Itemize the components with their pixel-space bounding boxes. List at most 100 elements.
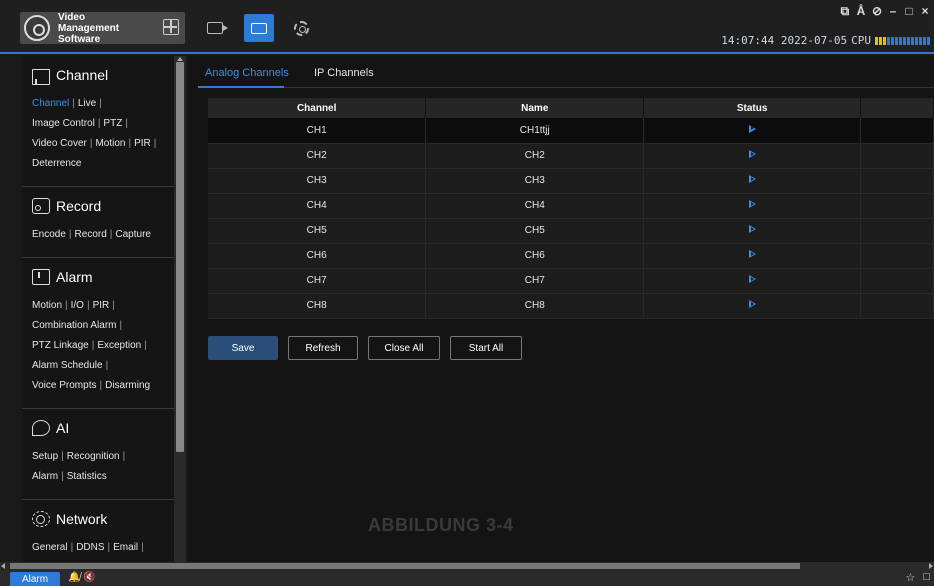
cpu-bar-segment xyxy=(911,36,914,45)
screen-icon[interactable]: ⧉ xyxy=(840,4,850,19)
sidebar-link-alarm-schedule[interactable]: Alarm Schedule xyxy=(32,360,103,371)
save-button[interactable]: Save xyxy=(208,336,278,360)
cpu-bar-segment xyxy=(907,36,910,45)
restore-icon[interactable]: □ xyxy=(923,571,930,584)
sidebar-link-general[interactable]: General xyxy=(32,542,68,553)
pin-icon[interactable]: ☆ xyxy=(905,571,915,584)
refresh-button[interactable]: Refresh xyxy=(288,336,358,360)
sidebar-link-email[interactable]: Email xyxy=(113,542,138,553)
sidebar-link-channel[interactable]: Channel xyxy=(32,98,69,109)
tab-analog-channels[interactable]: Analog Channels xyxy=(205,67,289,79)
link-separator: | xyxy=(109,229,113,240)
play-icon[interactable] xyxy=(748,225,756,233)
play-icon[interactable] xyxy=(748,175,756,183)
cell-status xyxy=(643,243,862,269)
sidebar-links: Setup | Recognition | Alarm | Statistics xyxy=(32,447,174,487)
sidebar-link-encode[interactable]: Encode xyxy=(32,229,66,240)
sidebar-link-ddns[interactable]: DDNS xyxy=(76,542,104,553)
cpu-bar-segment xyxy=(919,36,922,45)
sidebar-scroll-thumb[interactable] xyxy=(176,62,184,452)
grid-icon[interactable] xyxy=(163,19,179,35)
sidebar-link-setup[interactable]: Setup xyxy=(32,451,58,462)
cell-extra xyxy=(860,143,934,169)
maximize-button[interactable]: □ xyxy=(904,4,914,19)
sidebar-heading-network[interactable]: Network xyxy=(32,500,174,538)
nav-playback[interactable] xyxy=(244,14,274,42)
cell-extra xyxy=(860,218,934,244)
cpu-bar-segment xyxy=(891,36,894,45)
sidebar-link-record[interactable]: Record xyxy=(75,229,107,240)
table-row[interactable]: CH8 CH8 xyxy=(208,293,934,319)
sidebar-link-combination-alarm[interactable]: Combination Alarm xyxy=(32,320,116,331)
sidebar-link-capture[interactable]: Capture xyxy=(115,229,151,240)
sidebar-heading-record[interactable]: Record xyxy=(32,187,174,225)
link-separator: | xyxy=(61,471,64,482)
sidebar-link-pir[interactable]: PIR xyxy=(134,138,151,149)
sidebar-link-motion[interactable]: Motion xyxy=(32,300,62,311)
play-icon[interactable] xyxy=(748,200,756,208)
play-icon[interactable] xyxy=(748,250,756,258)
sidebar-link-exception[interactable]: Exception xyxy=(97,340,141,351)
sidebar-link-pir[interactable]: PIR xyxy=(93,300,110,311)
sidebar-link-ptz-linkage[interactable]: PTZ Linkage xyxy=(32,340,89,351)
cell-extra xyxy=(860,118,934,144)
settings-icon xyxy=(293,20,309,36)
cell-status xyxy=(643,268,862,294)
mute-icons[interactable]: 🔔̸ 🔇 xyxy=(68,572,96,583)
alarm-tab[interactable]: Alarm xyxy=(10,572,60,586)
horizontal-scrollbar[interactable] xyxy=(0,562,934,570)
sidebar-link-deterrence[interactable]: Deterrence xyxy=(32,158,81,169)
record-icon xyxy=(32,198,50,214)
table-row[interactable]: CH7 CH7 xyxy=(208,268,934,294)
sidebar-section-alarm: Alarm Motion | I/O | PIR | Combination Alarm | PT… xyxy=(22,258,174,409)
table-row[interactable]: CH6 CH6 xyxy=(208,243,934,269)
brand-title: Video Management Software xyxy=(58,11,120,45)
sidebar-link-row: Alarm | Statistics xyxy=(32,467,174,487)
close-all-button[interactable]: Close All xyxy=(368,336,440,360)
sidebar-link-image-control[interactable]: Image Control xyxy=(32,118,95,129)
scroll-right-icon[interactable] xyxy=(929,563,933,569)
sidebar-section-channel: Channel Channel | Live | Image Control | PTZ | Vi… xyxy=(22,56,174,187)
link-separator: | xyxy=(89,138,93,149)
start-all-button[interactable]: Start All xyxy=(450,336,522,360)
sidebar-link-voice-prompts[interactable]: Voice Prompts xyxy=(32,380,96,391)
sidebar-heading-ai[interactable]: AI xyxy=(32,409,174,447)
table-row[interactable]: CH4 CH4 xyxy=(208,193,934,219)
cell-channel: CH8 xyxy=(208,293,427,319)
table-row[interactable]: CH1 CH1ttjj xyxy=(208,118,934,144)
sidebar-link-motion[interactable]: Motion xyxy=(95,138,125,149)
sidebar-link-ptz[interactable]: PTZ xyxy=(103,118,122,129)
sidebar-link-statistics[interactable]: Statistics xyxy=(67,471,107,482)
cpu-bar-segment xyxy=(887,36,890,45)
scroll-up-icon[interactable] xyxy=(177,57,183,61)
sidebar-link-video-cover[interactable]: Video Cover xyxy=(32,138,87,149)
nav-live-view[interactable] xyxy=(204,18,228,38)
sidebar-heading-alarm[interactable]: Alarm xyxy=(32,258,174,296)
sidebar-link-live[interactable]: Live xyxy=(78,98,96,109)
user-icon[interactable]: Å xyxy=(856,4,866,19)
play-icon[interactable] xyxy=(748,124,756,133)
close-button[interactable]: × xyxy=(920,4,930,19)
scroll-left-icon[interactable] xyxy=(1,563,5,569)
cell-name: CH7 xyxy=(425,268,645,294)
tab-ip-channels[interactable]: IP Channels xyxy=(314,67,374,79)
sidebar-heading-channel[interactable]: Channel xyxy=(32,56,174,94)
nav-settings[interactable] xyxy=(290,18,312,38)
sidebar-link-recognition[interactable]: Recognition xyxy=(67,451,120,462)
sidebar-scrollbar[interactable] xyxy=(174,56,186,562)
sidebar-link-i-o[interactable]: I/O xyxy=(71,300,84,311)
top-bar: Video Management Software ⧉ Å ⊘ – □ × 14:07:4… xyxy=(0,0,934,54)
table-row[interactable]: CH5 CH5 xyxy=(208,218,934,244)
play-icon[interactable] xyxy=(748,150,756,158)
table-row[interactable]: CH2 CH2 xyxy=(208,143,934,169)
play-icon[interactable] xyxy=(748,300,756,308)
play-icon[interactable] xyxy=(748,275,756,283)
info-icon[interactable]: ⊘ xyxy=(872,4,882,19)
horizontal-scroll-thumb[interactable] xyxy=(10,563,800,569)
sidebar-link-alarm[interactable]: Alarm xyxy=(32,471,58,482)
sidebar-link-disarming[interactable]: Disarming xyxy=(105,380,150,391)
table-row[interactable]: CH3 CH3 xyxy=(208,168,934,194)
cell-status xyxy=(643,293,862,319)
taskbar: Alarm 🔔̸ 🔇 ☆ □ xyxy=(0,570,934,586)
minimize-button[interactable]: – xyxy=(888,4,898,19)
